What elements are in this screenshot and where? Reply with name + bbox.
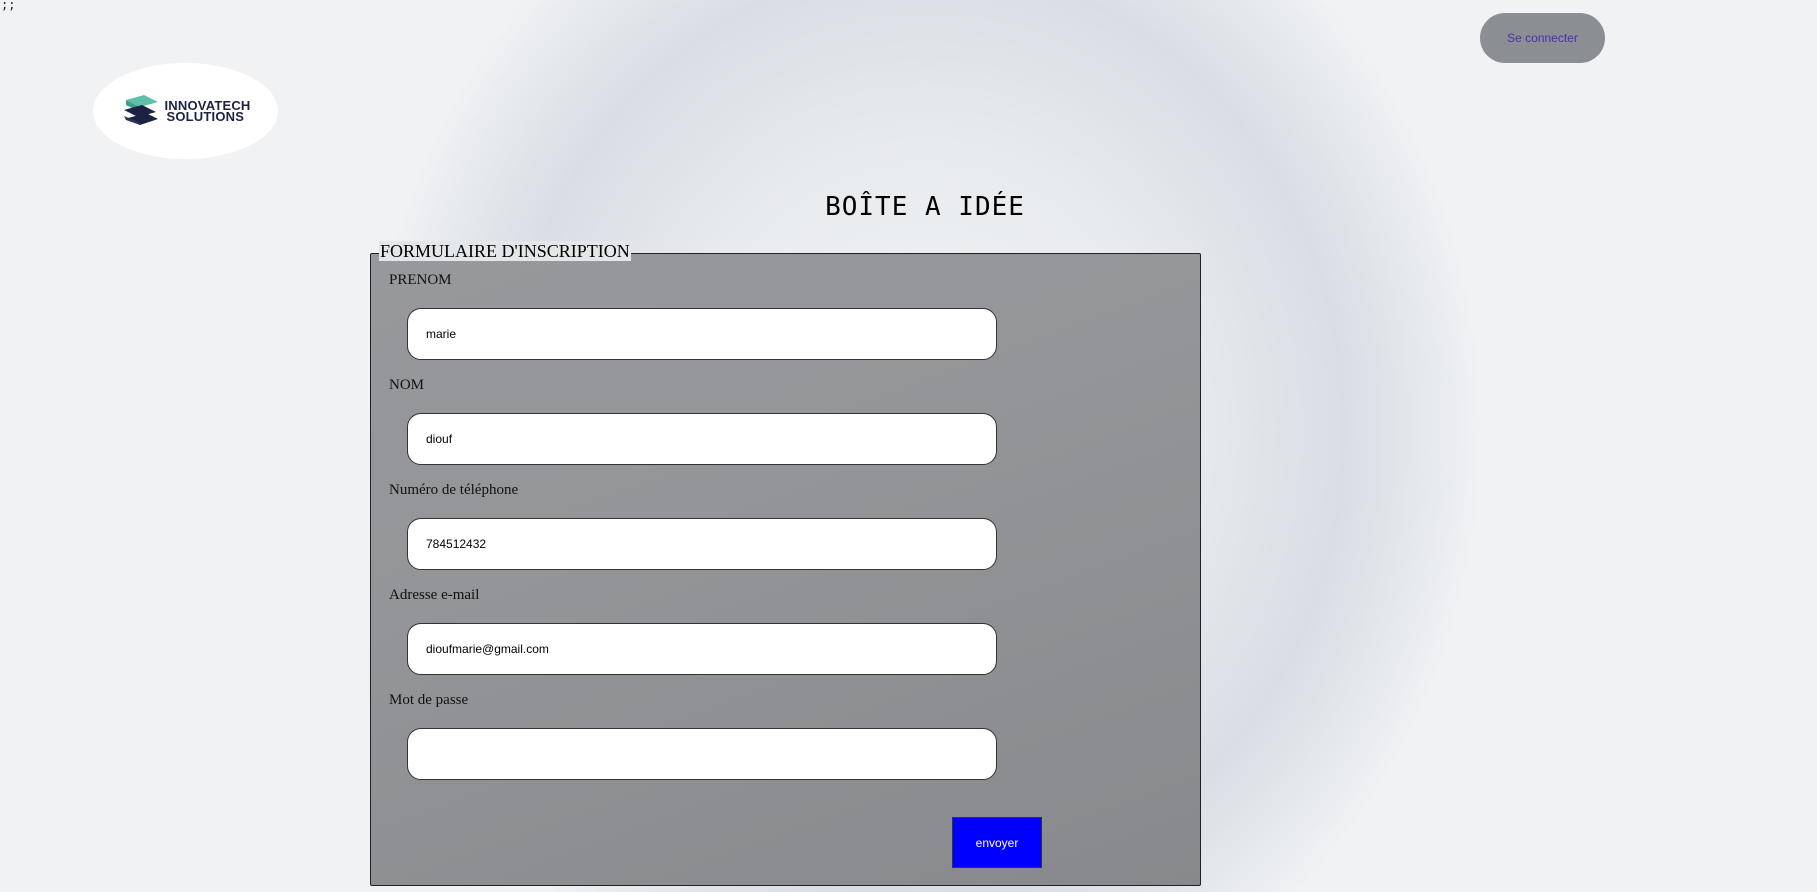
brand-logo[interactable]: INNOVATECH SOLUTIONS bbox=[93, 63, 278, 159]
phone-input[interactable] bbox=[407, 518, 997, 570]
logo-inner: INNOVATECH SOLUTIONS bbox=[120, 94, 250, 128]
password-input[interactable] bbox=[407, 728, 997, 780]
stray-text: ;; bbox=[1, 0, 16, 12]
phone-label: Numéro de téléphone bbox=[389, 482, 519, 498]
brand-name-line2: SOLUTIONS bbox=[166, 109, 245, 124]
brand-name: INNOVATECH SOLUTIONS bbox=[164, 99, 250, 124]
first-name-label: PRENOM bbox=[389, 272, 452, 288]
last-name-input[interactable] bbox=[407, 413, 997, 465]
page-title: BOÎTE A IDÉE bbox=[825, 192, 1025, 222]
last-name-label: NOM bbox=[389, 377, 425, 393]
brand-mark-icon bbox=[124, 95, 159, 125]
form-legend: FORMULAIRE D'INSCRIPTION bbox=[379, 241, 631, 261]
password-label: Mot de passe bbox=[389, 692, 469, 708]
email-input[interactable] bbox=[407, 623, 997, 675]
first-name-input[interactable] bbox=[407, 308, 997, 360]
submit-button[interactable]: envoyer bbox=[952, 817, 1042, 868]
email-label: Adresse e-mail bbox=[389, 587, 480, 603]
login-button[interactable]: Se connecter bbox=[1480, 13, 1605, 63]
